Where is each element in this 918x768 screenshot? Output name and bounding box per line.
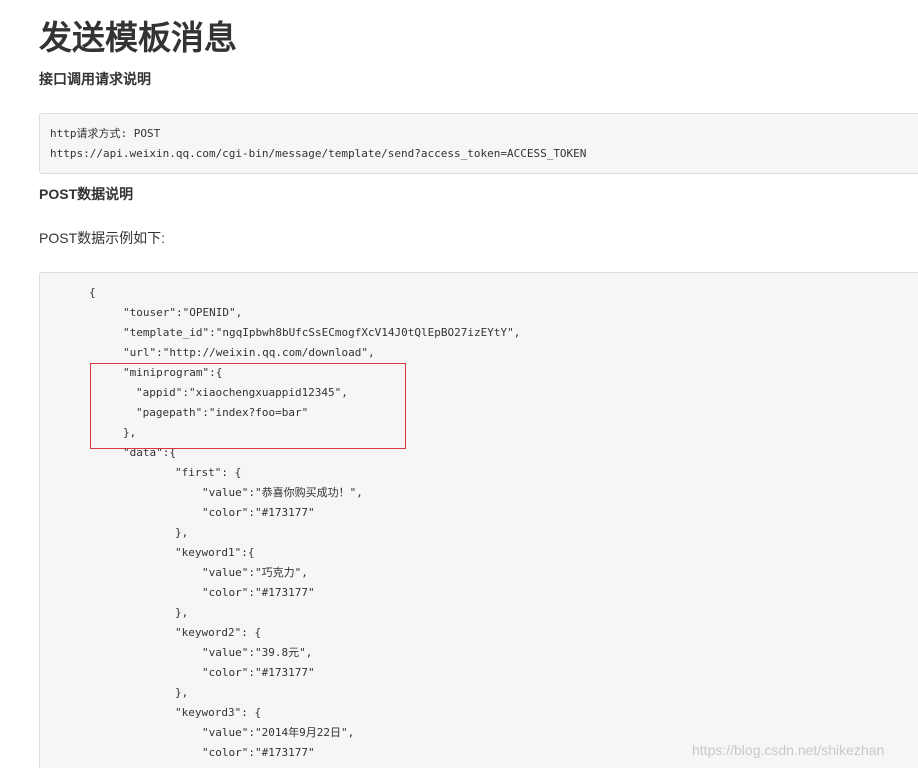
code-line: "color":"#173177" — [202, 666, 315, 679]
api-request-code-block: http请求方式: POST https://api.weixin.qq.com… — [39, 113, 918, 174]
code-line-url: https://api.weixin.qq.com/cgi-bin/messag… — [50, 147, 587, 160]
code-line: "keyword2": { — [175, 626, 262, 639]
code-line: "keyword1":{ — [175, 546, 255, 559]
code-line: "value":"39.8元", — [202, 646, 313, 659]
code-line: "value":"恭喜你购买成功！", — [202, 486, 363, 499]
code-line: { — [89, 286, 96, 299]
code-line: "first": { — [175, 466, 242, 479]
page-title: 发送模板消息 — [39, 19, 237, 56]
watermark: https://blog.csdn.net/shikezhan — [692, 742, 885, 758]
code-line: "template_id":"ngqIpbwh8bUfcSsECmogfXcV1… — [123, 326, 521, 339]
code-line: "keyword3": { — [175, 706, 262, 719]
code-line: "touser":"OPENID", — [123, 306, 243, 319]
post-data-intro: POST数据示例如下: — [39, 230, 166, 246]
code-line: "value":"2014年9月22日", — [202, 726, 355, 739]
code-line: }, — [175, 526, 189, 539]
code-line: "color":"#173177" — [202, 586, 315, 599]
post-data-heading: POST数据说明 — [39, 186, 134, 202]
code-line-method: http请求方式: POST — [50, 127, 161, 140]
api-request-heading: 接口调用请求说明 — [39, 71, 151, 87]
code-line: "value":"巧克力", — [202, 566, 308, 579]
document-page: 发送模板消息 接口调用请求说明 http请求方式: POST https://a… — [0, 0, 918, 768]
code-line: "color":"#173177" — [202, 506, 315, 519]
code-line: "color":"#173177" — [202, 746, 315, 759]
miniprogram-highlight-box — [90, 363, 406, 449]
code-line: }, — [175, 606, 189, 619]
post-data-code-block: { "touser":"OPENID", "template_id":"ngqI… — [39, 272, 918, 768]
code-line: "url":"http://weixin.qq.com/download", — [123, 346, 375, 359]
code-line: }, — [175, 686, 189, 699]
